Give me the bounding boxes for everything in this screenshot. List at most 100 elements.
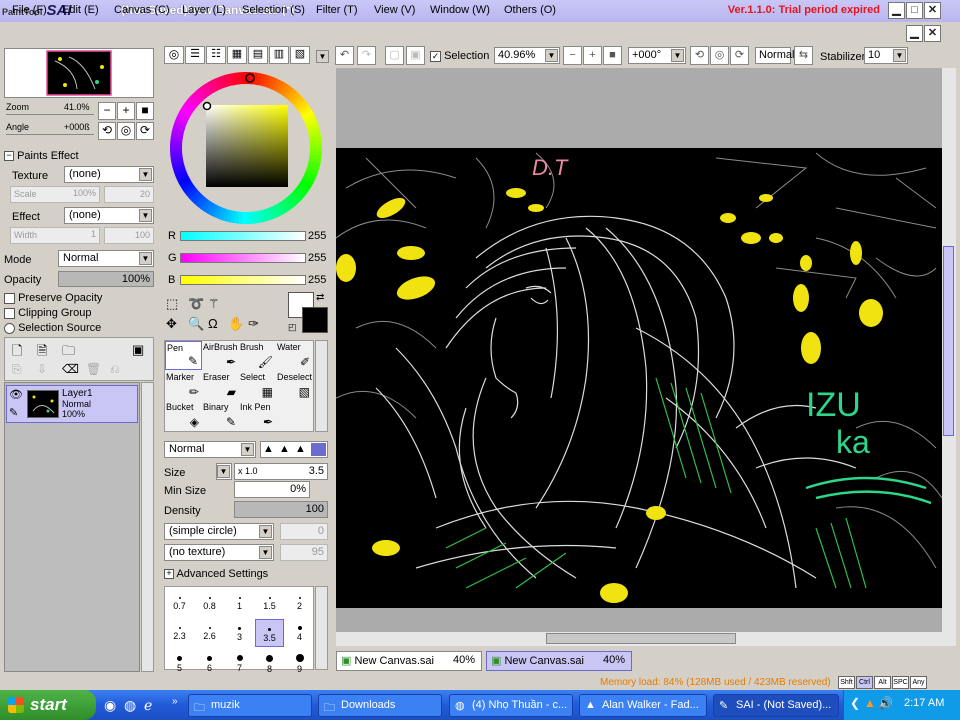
- effect-dropdown[interactable]: (none) ▼: [64, 207, 154, 224]
- brush-texture-strength[interactable]: 95: [280, 544, 328, 561]
- mixer-tab[interactable]: ▧: [290, 46, 310, 64]
- brush-blend-dropdown[interactable]: Normal ▼: [164, 441, 256, 458]
- rotate-reset-button[interactable]: ◎: [710, 46, 729, 65]
- shape-flat-icon[interactable]: ▲: [295, 443, 306, 455]
- view-blend-box[interactable]: Normal: [755, 47, 794, 64]
- nav-zoom-reset-button[interactable]: ■: [136, 102, 154, 120]
- chrome-icon[interactable]: ◍: [124, 697, 136, 714]
- invert-selection-button[interactable]: ▣: [406, 46, 425, 65]
- scale-extra-field[interactable]: 20: [104, 186, 154, 203]
- brush-size-option[interactable]: 7: [225, 649, 254, 677]
- quicklaunch-more-icon[interactable]: »: [172, 696, 178, 707]
- tool-bucket[interactable]: Bucket ◈: [165, 401, 202, 430]
- taskbar-item[interactable]: ◍ (4) Nhọ Thuần - c...: [449, 694, 573, 717]
- scratchpad-tab[interactable]: ▤: [248, 46, 268, 64]
- new-layer-icon[interactable]: 🗋: [12, 342, 22, 364]
- shape-soft-icon[interactable]: ▲: [279, 443, 290, 455]
- texture-dropdown[interactable]: (none) ▼: [64, 166, 154, 183]
- undo-button[interactable]: ↶: [335, 46, 354, 65]
- brush-size-option[interactable]: 0.7: [165, 589, 194, 617]
- rect-select-icon[interactable]: ⬚: [166, 296, 178, 312]
- new-folder-icon[interactable]: 🗀: [62, 342, 75, 364]
- volume-icon[interactable]: 🔊: [878, 696, 893, 710]
- nav-rotate-ccw-button[interactable]: ⟲: [98, 122, 116, 140]
- eyedropper-icon[interactable]: ✑: [248, 316, 259, 332]
- g-slider[interactable]: [180, 253, 306, 263]
- vertical-scroll-thumb[interactable]: [943, 246, 954, 436]
- nav-angle-slider[interactable]: [6, 134, 94, 135]
- menu-selection[interactable]: Selection (S): [242, 4, 305, 16]
- brush-size-option[interactable]: 3: [225, 619, 254, 647]
- brush-size-option[interactable]: 2.6: [195, 619, 224, 647]
- scale-field[interactable]: Scale 100%: [10, 186, 100, 203]
- brush-size-option[interactable]: 8: [255, 649, 284, 677]
- canvas-tab[interactable]: ▣ New Canvas.sai 40%: [336, 651, 482, 671]
- menu-view[interactable]: View (V): [374, 4, 415, 16]
- brush-size-option[interactable]: 9: [285, 649, 314, 677]
- brush-shape-selector[interactable]: ▲ ▲ ▲: [260, 441, 328, 458]
- brush-size-option[interactable]: 1: [225, 589, 254, 617]
- taskbar-item[interactable]: ▲ Alan Walker - Fad...: [579, 694, 707, 717]
- brush-texture-dropdown[interactable]: (no texture) ▼: [164, 544, 274, 561]
- taskbar-item[interactable]: 🗀 Downloads: [318, 694, 442, 717]
- zoom-in-button[interactable]: +: [583, 46, 602, 65]
- menu-canvas[interactable]: Canvas (C): [114, 4, 170, 16]
- brush-size-option[interactable]: 3.5: [255, 619, 284, 647]
- start-button[interactable]: start: [0, 690, 96, 720]
- width-extra-field[interactable]: 100: [104, 227, 154, 244]
- move-icon[interactable]: ✥: [166, 316, 177, 332]
- angle-dropdown[interactable]: +000° ▼: [628, 47, 686, 64]
- size-grid-scrollbar[interactable]: [315, 586, 328, 670]
- brush-shape-strength[interactable]: 0: [280, 523, 328, 540]
- tool-brush[interactable]: Brush 🖌: [239, 341, 276, 370]
- shape-square-icon[interactable]: [311, 443, 326, 456]
- canvas-vertical-scrollbar[interactable]: [942, 68, 956, 646]
- menu-others[interactable]: Others (O): [504, 4, 556, 16]
- pen-lock-icon[interactable]: ✎: [9, 406, 18, 419]
- menu-filter[interactable]: Filter (T): [316, 4, 358, 16]
- horizontal-scroll-thumb[interactable]: [546, 633, 736, 644]
- paints-effect-header[interactable]: − Paints Effect: [4, 150, 79, 162]
- color-wheel[interactable]: [168, 70, 324, 226]
- lasso-icon[interactable]: ➰: [188, 296, 204, 312]
- menu-edit[interactable]: Edit (E): [62, 4, 99, 16]
- shape-round-icon[interactable]: ▲: [263, 443, 274, 455]
- selection-toggle[interactable]: ✓ Selection: [430, 50, 489, 62]
- layer-extra-icon[interactable]: ⎌: [110, 362, 120, 377]
- nav-rotate-cw-button[interactable]: ⟳: [136, 122, 154, 140]
- tool-deselect[interactable]: Deselect ▧: [276, 371, 313, 400]
- canvas-horizontal-scrollbar[interactable]: [336, 632, 942, 646]
- eye-icon[interactable]: 👁: [9, 388, 23, 401]
- layer-row[interactable]: 👁 ✎ Layer1 Normal 100%: [6, 385, 138, 423]
- menu-window[interactable]: Window (W): [430, 4, 490, 16]
- flip-view-button[interactable]: ⇆: [794, 46, 813, 65]
- panel-scroll-button[interactable]: ▼: [316, 50, 329, 63]
- brush-size-option[interactable]: 1.5: [255, 589, 284, 617]
- zoom-dropdown[interactable]: 40.96% ▼: [494, 47, 560, 64]
- density-slider[interactable]: 100: [234, 501, 328, 518]
- redo-button[interactable]: ↷: [357, 46, 376, 65]
- menu-file[interactable]: File (F): [12, 4, 47, 16]
- trash-icon[interactable]: 🗑: [86, 362, 101, 376]
- b-slider[interactable]: [180, 275, 306, 285]
- rotate-tool-icon[interactable]: Ω: [208, 316, 218, 331]
- quicklaunch-icon-1[interactable]: ◉: [104, 697, 116, 714]
- maximize-button[interactable]: □: [906, 2, 923, 19]
- sv-cursor[interactable]: [202, 101, 212, 111]
- taskbar-item[interactable]: 🗀 muzik: [188, 694, 312, 717]
- nav-zoom-out-button[interactable]: −: [98, 102, 116, 120]
- rotate-ccw-button[interactable]: ⟲: [690, 46, 709, 65]
- minimize-button[interactable]: ▁: [888, 2, 905, 19]
- selection-source-option[interactable]: Selection Source: [4, 322, 101, 334]
- selection-source-radio[interactable]: [4, 322, 15, 334]
- navigator-preview[interactable]: [4, 48, 154, 98]
- nav-zoom-slider[interactable]: [6, 114, 94, 115]
- opacity-slider[interactable]: 100%: [58, 271, 154, 287]
- brush-size-option[interactable]: 5: [165, 649, 194, 677]
- tool-select[interactable]: Select ▦: [239, 371, 276, 400]
- r-slider[interactable]: [180, 231, 306, 241]
- layer-mode-dropdown[interactable]: Normal ▼: [58, 250, 154, 267]
- layer-scrollbar[interactable]: [141, 382, 154, 672]
- hsv-slider-tab[interactable]: ☷: [206, 46, 226, 64]
- brush-size-option[interactable]: 2.3: [165, 619, 194, 647]
